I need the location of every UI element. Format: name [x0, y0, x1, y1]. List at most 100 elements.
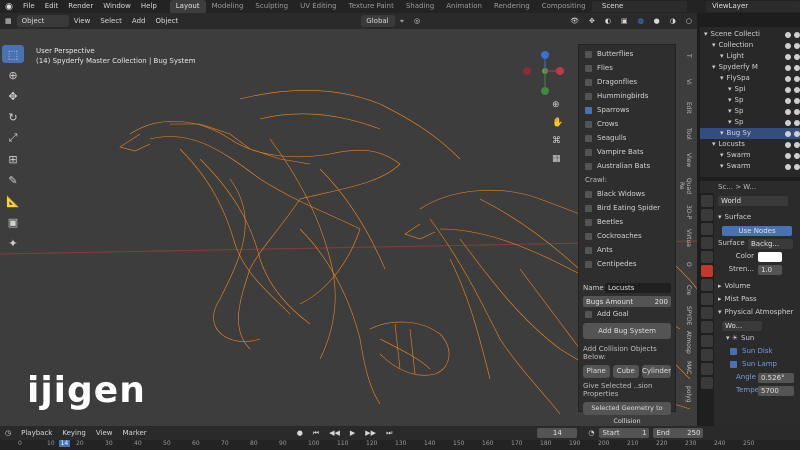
- sun-disk-checkbox[interactable]: Sun Disk: [700, 345, 800, 358]
- solid-shading-icon[interactable]: ●: [649, 15, 665, 27]
- outliner-row[interactable]: ▾ Sp: [700, 117, 800, 128]
- record-icon[interactable]: ●: [292, 427, 308, 439]
- timeline-editor-icon[interactable]: ◷: [0, 427, 16, 439]
- expand-icon[interactable]: ▾: [728, 106, 732, 117]
- surface-value[interactable]: Backg...: [748, 238, 793, 249]
- camera-icon[interactable]: [794, 163, 800, 170]
- next-key-icon[interactable]: ▶▶: [360, 427, 381, 439]
- tab-compositing[interactable]: Compositing: [536, 0, 592, 13]
- collection-tab-icon[interactable]: [701, 279, 713, 291]
- sidebar-tab[interactable]: Tool: [680, 122, 692, 146]
- strength-value[interactable]: 1.0: [758, 264, 782, 275]
- transform-tool-icon[interactable]: ⊞: [2, 150, 24, 168]
- blender-logo-icon[interactable]: ◉: [0, 2, 18, 12]
- eye-icon[interactable]: [785, 119, 791, 126]
- navigation-gizmo[interactable]: [523, 51, 564, 95]
- annotate-tool-icon[interactable]: ✎: [2, 171, 24, 189]
- timeline-menu-view[interactable]: View: [91, 427, 118, 439]
- outliner-row[interactable]: ▾ FlySpa: [700, 73, 800, 84]
- scene-tab-icon[interactable]: [701, 251, 713, 263]
- prev-key-icon[interactable]: ◀◀: [324, 427, 345, 439]
- tool-tab-icon[interactable]: [701, 195, 713, 207]
- option-butterflies[interactable]: Butterflies: [579, 47, 675, 61]
- outliner-row[interactable]: ▾ Locusts: [700, 139, 800, 150]
- camera-icon[interactable]: [794, 31, 800, 38]
- outliner-row[interactable]: ▾ Spyderfy M: [700, 62, 800, 73]
- viewport-menu-add[interactable]: Add: [127, 15, 151, 27]
- eye-icon[interactable]: [785, 53, 791, 60]
- option-black-widows[interactable]: Black Widows: [579, 187, 675, 201]
- outliner-row[interactable]: ▾ Swarm: [700, 150, 800, 161]
- tab-uv-editing[interactable]: UV Editing: [294, 0, 343, 13]
- menu-window[interactable]: Window: [98, 0, 136, 13]
- option-ants[interactable]: Ants: [579, 243, 675, 257]
- name-input[interactable]: Locusts: [605, 282, 671, 293]
- timeline-menu-playback[interactable]: Playback: [16, 427, 57, 439]
- material-shading-icon[interactable]: ◑: [665, 15, 681, 27]
- sidebar-tab[interactable]: MAC: [680, 356, 692, 380]
- proportional-edit-icon[interactable]: ◎: [409, 15, 425, 27]
- camera-icon[interactable]: [794, 152, 800, 159]
- expand-icon[interactable]: ▾: [728, 117, 732, 128]
- measure-tool-icon[interactable]: 📐: [2, 192, 24, 210]
- collision-cylinder-button[interactable]: Cylinder: [642, 365, 672, 378]
- scene-selector[interactable]: Scene: [592, 1, 687, 12]
- sidebar-tab[interactable]: Quad Re: [678, 174, 692, 198]
- sidebar-tab[interactable]: SPYDE: [680, 304, 692, 328]
- data-tab-icon[interactable]: [701, 363, 713, 375]
- jump-end-icon[interactable]: ⏭: [381, 427, 397, 439]
- sun-header[interactable]: ▾ ☀ Sun: [700, 332, 800, 345]
- camera-icon[interactable]: [794, 108, 800, 115]
- world-field[interactable]: Wo...: [722, 320, 762, 331]
- eye-icon[interactable]: [785, 86, 791, 93]
- expand-icon[interactable]: ▾: [720, 73, 724, 84]
- menu-help[interactable]: Help: [136, 0, 162, 13]
- timeline-menu-marker[interactable]: Marker: [117, 427, 151, 439]
- timeline-menu-keying[interactable]: Keying: [57, 427, 91, 439]
- view-layer-tab-icon[interactable]: [701, 237, 713, 249]
- menu-edit[interactable]: Edit: [40, 0, 64, 13]
- clock-icon[interactable]: ◔: [583, 427, 599, 439]
- option-sparrows[interactable]: Sparrows: [579, 103, 675, 117]
- eye-icon[interactable]: [785, 64, 791, 71]
- world-selector[interactable]: World: [718, 195, 788, 206]
- sidebar-tab[interactable]: Edit: [680, 96, 692, 120]
- sidebar-tab[interactable]: Cre: [680, 278, 692, 302]
- outliner-row[interactable]: ▾ Light: [700, 51, 800, 62]
- editor-type-icon[interactable]: ▦: [0, 15, 17, 27]
- render-tab-icon[interactable]: [701, 209, 713, 221]
- mode-dropdown[interactable]: Object Mode ▾: [16, 15, 69, 37]
- scale-tool-icon[interactable]: ⤢: [2, 129, 24, 147]
- move-tool-icon[interactable]: ✥: [2, 87, 24, 105]
- option-seagulls[interactable]: Seagulls: [579, 131, 675, 145]
- option-cockroaches[interactable]: Cockroaches: [579, 229, 675, 243]
- expand-icon[interactable]: ▾: [712, 62, 716, 73]
- output-tab-icon[interactable]: [701, 223, 713, 235]
- camera-icon[interactable]: [794, 42, 800, 49]
- color-swatch[interactable]: [758, 251, 782, 262]
- expand-icon[interactable]: ▾: [720, 161, 724, 172]
- collision-cube-button[interactable]: Cube: [612, 365, 640, 378]
- tab-animation[interactable]: Animation: [440, 0, 488, 13]
- camera-icon[interactable]: [794, 130, 800, 137]
- current-frame-field[interactable]: 14: [537, 428, 578, 438]
- expand-icon[interactable]: ▾: [720, 150, 724, 161]
- pan-hand-icon[interactable]: ✋: [552, 114, 563, 132]
- menu-file[interactable]: File: [18, 0, 40, 13]
- selected-geometry-button[interactable]: Selected Geometry to Collision: [583, 402, 671, 425]
- outliner-row[interactable]: ▾ Swarm: [700, 161, 800, 172]
- eye-icon[interactable]: [785, 141, 791, 148]
- eye-icon[interactable]: [785, 31, 791, 38]
- camera-icon[interactable]: [794, 86, 800, 93]
- tab-rendering[interactable]: Rendering: [488, 0, 536, 13]
- option-flies[interactable]: Flies: [579, 61, 675, 75]
- particles-tab-icon[interactable]: [701, 321, 713, 333]
- add-goal-checkbox[interactable]: Add Goal: [579, 307, 675, 321]
- modifier-tab-icon[interactable]: [701, 307, 713, 319]
- eye-icon[interactable]: [785, 152, 791, 159]
- world-tab-icon[interactable]: [701, 265, 713, 277]
- option-bird-eating-spider[interactable]: Bird Eating Spider: [579, 201, 675, 215]
- eye-icon[interactable]: [785, 130, 791, 137]
- object-tab-icon[interactable]: [701, 293, 713, 305]
- expand-icon[interactable]: ▾: [720, 51, 724, 62]
